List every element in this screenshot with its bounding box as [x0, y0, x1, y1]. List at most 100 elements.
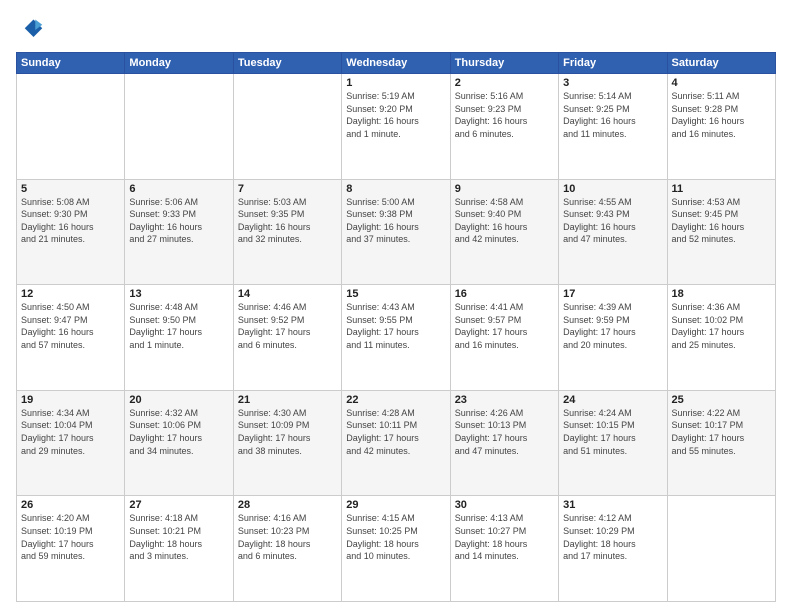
weekday-header-thursday: Thursday [450, 53, 558, 74]
day-info: Sunrise: 4:41 AM Sunset: 9:57 PM Dayligh… [455, 301, 554, 351]
day-number: 5 [21, 183, 120, 195]
day-number: 22 [346, 394, 445, 406]
day-number: 26 [21, 499, 120, 511]
week-row-4: 19Sunrise: 4:34 AM Sunset: 10:04 PM Dayl… [17, 390, 776, 496]
week-row-5: 26Sunrise: 4:20 AM Sunset: 10:19 PM Dayl… [17, 496, 776, 602]
day-number: 25 [672, 394, 771, 406]
day-number: 1 [346, 77, 445, 89]
day-number: 16 [455, 288, 554, 300]
calendar-cell: 14Sunrise: 4:46 AM Sunset: 9:52 PM Dayli… [233, 285, 341, 391]
calendar-cell: 16Sunrise: 4:41 AM Sunset: 9:57 PM Dayli… [450, 285, 558, 391]
day-number: 24 [563, 394, 662, 406]
day-number: 29 [346, 499, 445, 511]
week-row-1: 1Sunrise: 5:19 AM Sunset: 9:20 PM Daylig… [17, 74, 776, 180]
day-number: 28 [238, 499, 337, 511]
calendar-cell: 24Sunrise: 4:24 AM Sunset: 10:15 PM Dayl… [559, 390, 667, 496]
calendar-cell: 31Sunrise: 4:12 AM Sunset: 10:29 PM Dayl… [559, 496, 667, 602]
day-info: Sunrise: 5:14 AM Sunset: 9:25 PM Dayligh… [563, 90, 662, 140]
day-info: Sunrise: 4:32 AM Sunset: 10:06 PM Daylig… [129, 407, 228, 457]
day-info: Sunrise: 4:20 AM Sunset: 10:19 PM Daylig… [21, 512, 120, 562]
weekday-header-row: SundayMondayTuesdayWednesdayThursdayFrid… [17, 53, 776, 74]
calendar-page: SundayMondayTuesdayWednesdayThursdayFrid… [0, 0, 792, 612]
calendar-cell: 28Sunrise: 4:16 AM Sunset: 10:23 PM Dayl… [233, 496, 341, 602]
day-info: Sunrise: 4:53 AM Sunset: 9:45 PM Dayligh… [672, 196, 771, 246]
day-info: Sunrise: 4:58 AM Sunset: 9:40 PM Dayligh… [455, 196, 554, 246]
calendar-cell: 22Sunrise: 4:28 AM Sunset: 10:11 PM Dayl… [342, 390, 450, 496]
calendar-cell: 17Sunrise: 4:39 AM Sunset: 9:59 PM Dayli… [559, 285, 667, 391]
logo [16, 16, 48, 44]
day-number: 18 [672, 288, 771, 300]
weekday-header-sunday: Sunday [17, 53, 125, 74]
day-number: 7 [238, 183, 337, 195]
calendar-body: 1Sunrise: 5:19 AM Sunset: 9:20 PM Daylig… [17, 74, 776, 602]
calendar-cell: 13Sunrise: 4:48 AM Sunset: 9:50 PM Dayli… [125, 285, 233, 391]
weekday-header-tuesday: Tuesday [233, 53, 341, 74]
day-info: Sunrise: 4:26 AM Sunset: 10:13 PM Daylig… [455, 407, 554, 457]
week-row-3: 12Sunrise: 4:50 AM Sunset: 9:47 PM Dayli… [17, 285, 776, 391]
calendar-cell: 27Sunrise: 4:18 AM Sunset: 10:21 PM Dayl… [125, 496, 233, 602]
calendar-cell [667, 496, 775, 602]
day-info: Sunrise: 5:19 AM Sunset: 9:20 PM Dayligh… [346, 90, 445, 140]
day-number: 6 [129, 183, 228, 195]
calendar-cell: 8Sunrise: 5:00 AM Sunset: 9:38 PM Daylig… [342, 179, 450, 285]
day-number: 13 [129, 288, 228, 300]
day-number: 20 [129, 394, 228, 406]
calendar-cell: 21Sunrise: 4:30 AM Sunset: 10:09 PM Dayl… [233, 390, 341, 496]
calendar-cell: 6Sunrise: 5:06 AM Sunset: 9:33 PM Daylig… [125, 179, 233, 285]
day-info: Sunrise: 4:34 AM Sunset: 10:04 PM Daylig… [21, 407, 120, 457]
day-number: 11 [672, 183, 771, 195]
day-number: 2 [455, 77, 554, 89]
day-info: Sunrise: 4:12 AM Sunset: 10:29 PM Daylig… [563, 512, 662, 562]
calendar-cell: 20Sunrise: 4:32 AM Sunset: 10:06 PM Dayl… [125, 390, 233, 496]
day-info: Sunrise: 4:50 AM Sunset: 9:47 PM Dayligh… [21, 301, 120, 351]
day-number: 19 [21, 394, 120, 406]
calendar-cell [125, 74, 233, 180]
day-number: 15 [346, 288, 445, 300]
day-number: 31 [563, 499, 662, 511]
day-info: Sunrise: 4:46 AM Sunset: 9:52 PM Dayligh… [238, 301, 337, 351]
calendar-cell: 9Sunrise: 4:58 AM Sunset: 9:40 PM Daylig… [450, 179, 558, 285]
calendar-cell: 26Sunrise: 4:20 AM Sunset: 10:19 PM Dayl… [17, 496, 125, 602]
header [16, 16, 776, 44]
day-info: Sunrise: 4:39 AM Sunset: 9:59 PM Dayligh… [563, 301, 662, 351]
day-info: Sunrise: 5:11 AM Sunset: 9:28 PM Dayligh… [672, 90, 771, 140]
day-number: 4 [672, 77, 771, 89]
day-info: Sunrise: 5:06 AM Sunset: 9:33 PM Dayligh… [129, 196, 228, 246]
day-number: 23 [455, 394, 554, 406]
day-info: Sunrise: 4:18 AM Sunset: 10:21 PM Daylig… [129, 512, 228, 562]
day-info: Sunrise: 4:22 AM Sunset: 10:17 PM Daylig… [672, 407, 771, 457]
logo-icon [16, 16, 44, 44]
calendar-cell: 18Sunrise: 4:36 AM Sunset: 10:02 PM Dayl… [667, 285, 775, 391]
calendar-cell: 11Sunrise: 4:53 AM Sunset: 9:45 PM Dayli… [667, 179, 775, 285]
day-number: 3 [563, 77, 662, 89]
day-info: Sunrise: 4:43 AM Sunset: 9:55 PM Dayligh… [346, 301, 445, 351]
weekday-header-monday: Monday [125, 53, 233, 74]
day-number: 10 [563, 183, 662, 195]
day-number: 17 [563, 288, 662, 300]
day-number: 14 [238, 288, 337, 300]
calendar-cell [233, 74, 341, 180]
day-number: 27 [129, 499, 228, 511]
day-info: Sunrise: 4:24 AM Sunset: 10:15 PM Daylig… [563, 407, 662, 457]
calendar-cell: 23Sunrise: 4:26 AM Sunset: 10:13 PM Dayl… [450, 390, 558, 496]
day-number: 9 [455, 183, 554, 195]
calendar-cell: 30Sunrise: 4:13 AM Sunset: 10:27 PM Dayl… [450, 496, 558, 602]
day-info: Sunrise: 4:16 AM Sunset: 10:23 PM Daylig… [238, 512, 337, 562]
day-number: 8 [346, 183, 445, 195]
weekday-header-friday: Friday [559, 53, 667, 74]
day-info: Sunrise: 4:48 AM Sunset: 9:50 PM Dayligh… [129, 301, 228, 351]
calendar-cell: 4Sunrise: 5:11 AM Sunset: 9:28 PM Daylig… [667, 74, 775, 180]
day-info: Sunrise: 4:36 AM Sunset: 10:02 PM Daylig… [672, 301, 771, 351]
calendar-cell: 3Sunrise: 5:14 AM Sunset: 9:25 PM Daylig… [559, 74, 667, 180]
calendar-table: SundayMondayTuesdayWednesdayThursdayFrid… [16, 52, 776, 602]
day-info: Sunrise: 4:55 AM Sunset: 9:43 PM Dayligh… [563, 196, 662, 246]
day-info: Sunrise: 5:16 AM Sunset: 9:23 PM Dayligh… [455, 90, 554, 140]
day-info: Sunrise: 5:08 AM Sunset: 9:30 PM Dayligh… [21, 196, 120, 246]
calendar-cell: 2Sunrise: 5:16 AM Sunset: 9:23 PM Daylig… [450, 74, 558, 180]
day-info: Sunrise: 4:30 AM Sunset: 10:09 PM Daylig… [238, 407, 337, 457]
day-info: Sunrise: 4:15 AM Sunset: 10:25 PM Daylig… [346, 512, 445, 562]
calendar-cell: 12Sunrise: 4:50 AM Sunset: 9:47 PM Dayli… [17, 285, 125, 391]
calendar-cell: 10Sunrise: 4:55 AM Sunset: 9:43 PM Dayli… [559, 179, 667, 285]
day-info: Sunrise: 5:00 AM Sunset: 9:38 PM Dayligh… [346, 196, 445, 246]
calendar-cell: 5Sunrise: 5:08 AM Sunset: 9:30 PM Daylig… [17, 179, 125, 285]
